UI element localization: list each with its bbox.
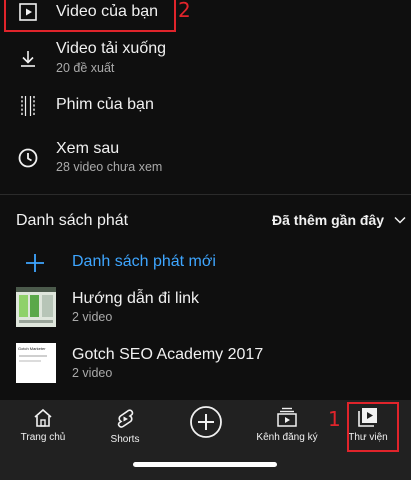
section-divider: [0, 194, 411, 195]
home-indicator[interactable]: [133, 462, 277, 467]
playlist-subtitle: 2 video: [72, 366, 113, 380]
chevron-down-icon: [394, 216, 406, 224]
playlist-thumbnail: Gotch Marketer: [16, 343, 56, 383]
annotation-box-1: [347, 402, 399, 452]
menu-item-title: Phim của bạn: [56, 96, 154, 113]
home-icon: [33, 408, 53, 428]
annotation-number-2: 2: [178, 0, 191, 22]
shorts-icon: [115, 408, 135, 430]
nav-create[interactable]: [186, 400, 226, 460]
nav-subscriptions[interactable]: Kênh đăng ký: [254, 400, 320, 460]
subscriptions-icon: [276, 406, 298, 428]
new-playlist-button[interactable]: Danh sách phát mới: [0, 250, 411, 276]
nav-subscriptions-label: Kênh đăng ký: [256, 432, 318, 443]
menu-item-subtitle: 20 đề xuất: [56, 61, 115, 75]
new-playlist-label: Danh sách phát mới: [72, 253, 216, 270]
playlist-thumbnail: [16, 287, 56, 327]
nav-home[interactable]: Trang chủ: [14, 400, 72, 460]
film-strip-icon: [15, 93, 41, 119]
clock-icon: [15, 145, 41, 171]
menu-item-title: Video tải xuống: [56, 40, 167, 57]
menu-item-your-movies[interactable]: Phim của bạn: [0, 88, 411, 124]
playlist-title: Hướng dẫn đi link: [72, 290, 200, 307]
annotation-box-2: [4, 0, 176, 32]
plus-icon: [22, 250, 48, 276]
playlist-title: Gotch SEO Academy 2017: [72, 346, 264, 363]
nav-shorts-label: Shorts: [110, 434, 140, 445]
menu-item-title: Xem sau: [56, 140, 120, 157]
thumbnail-caption: Gotch Marketer: [18, 346, 46, 351]
annotation-number-1: 1: [328, 407, 341, 431]
playlist-subtitle: 2 video: [72, 310, 113, 324]
sort-dropdown-label: Đã thêm gần đây: [272, 212, 385, 228]
playlist-item[interactable]: Gotch Marketer Gotch SEO Academy 2017 2 …: [0, 340, 411, 386]
menu-item-downloads[interactable]: Video tải xuống 20 đề xuất: [0, 36, 411, 82]
download-icon: [15, 46, 41, 72]
nav-shorts[interactable]: Shorts: [100, 400, 150, 460]
playlists-heading: Danh sách phát: [16, 212, 129, 229]
playlist-item[interactable]: Hướng dẫn đi link 2 video: [0, 284, 411, 330]
nav-home-label: Trang chủ: [20, 432, 66, 443]
create-plus-icon: [189, 405, 223, 439]
menu-item-subtitle: 28 video chưa xem: [56, 160, 163, 174]
sort-dropdown[interactable]: Đã thêm gần đây: [272, 210, 406, 230]
menu-item-watch-later[interactable]: Xem sau 28 video chưa xem: [0, 135, 411, 181]
